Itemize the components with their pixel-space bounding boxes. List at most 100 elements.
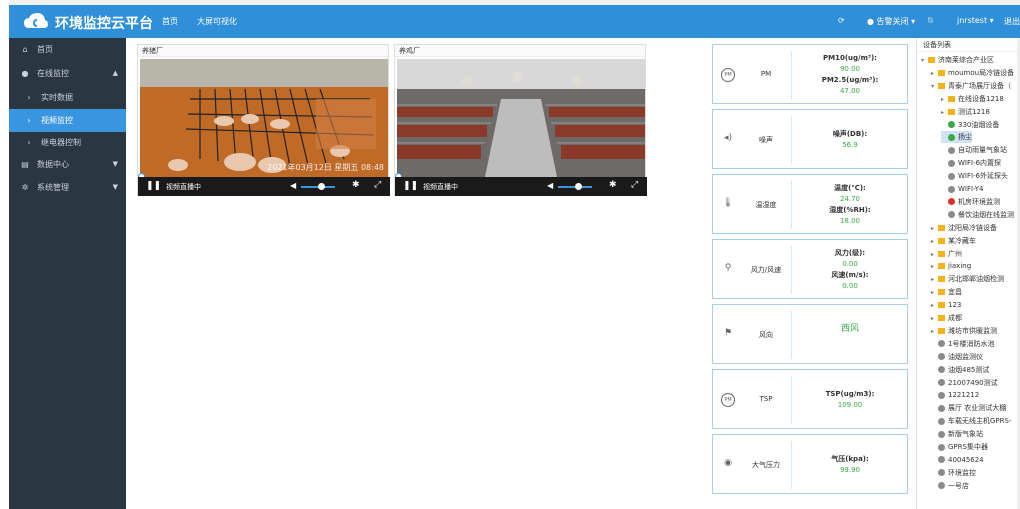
tree-node[interactable]: WIFI-Y4 [941,183,984,195]
tree-node[interactable]: ▸ 沈阳局冷链设备 [931,222,997,234]
cloud-logo-icon [24,13,48,28]
tree-node-label: 机房环境监测 [958,197,1000,206]
expand-arrow-icon[interactable]: ▼ [113,153,118,176]
tree-node[interactable]: 40045624 [931,454,984,466]
tree-node[interactable]: 自动雨量气象站 [941,144,1007,156]
pause-icon[interactable]: ❚❚ [146,181,161,191]
tree-toggle-icon[interactable]: ▸ [931,326,937,338]
tree-node[interactable]: 21007490测试 [931,377,998,389]
tree-node[interactable]: 环境监控 [931,467,976,479]
tree-node-label: 一号店 [948,481,969,490]
tree-toggle-icon[interactable]: ▸ [931,261,937,273]
sensor-metric-label: 湿度(%RH): [829,206,871,214]
sidebar-item[interactable]: › 实时数据 [9,86,126,109]
sidebar-item[interactable]: ✲ 系统管理 ▼ [9,176,126,199]
tree-node[interactable]: 餐饮油烟在线监测 [941,209,1014,221]
alarm-toggle[interactable]: ● 告警关闭 ▾ [867,16,915,27]
pause-icon[interactable]: ❚❚ [403,181,418,191]
app-page: 环境监控云平台 首页 大屏可视化 ⟳ ● 告警关闭 ▾ ⍉ jnrstest ▾… [9,0,1020,509]
tree-node[interactable]: 一号店 [931,480,969,492]
sidebar-item[interactable]: ⌂ 首页 [9,38,126,61]
tree-node[interactable]: ▾ 青泰广场展厅设备（ [931,80,1011,92]
nav-home[interactable]: 首页 [162,16,178,27]
sidebar-item[interactable]: ▤ 数据中心 ▼ [9,153,126,176]
tree-toggle-icon[interactable]: ▸ [931,249,937,261]
tree-node[interactable]: ▸ 成都 [931,312,962,324]
expand-arrow-icon[interactable]: ▲ [113,62,118,85]
tree-toggle-icon[interactable]: ▾ [921,55,927,67]
logout-link[interactable]: 退出 [1004,16,1020,27]
fullscreen-icon[interactable]: ⤢ [631,180,638,190]
tree-toggle-icon[interactable]: ▸ [931,274,937,286]
tree-node[interactable]: GPRS集中器 [931,441,988,453]
volume-knob[interactable] [318,183,325,190]
gauge-icon: ◉ [724,458,732,468]
tree-node[interactable]: 机房环境监测 [941,196,1000,208]
tree-node[interactable]: 扬尘 [941,131,972,144]
sensor-metric-value: 0.00 [842,282,858,290]
volume-icon[interactable]: ◀ [290,181,296,190]
divider [791,51,792,99]
sensor-name: 噪声 [759,136,773,144]
tree-node[interactable]: 油烟监测仪 [931,351,983,363]
tree-node[interactable]: ▸ 潍坊市供暖监测 [931,325,997,337]
sensor-metric-label: 风力(级): [834,249,866,257]
folder-icon [938,69,945,76]
tree-node[interactable]: ▸ 123 [931,299,961,311]
tree-node[interactable]: 新版气象站 [931,428,983,440]
tree-node[interactable]: ▸ 某冷藏车 [931,235,976,247]
tree-toggle-icon[interactable]: ▸ [931,300,937,312]
tree-node[interactable]: ▾ 济南莱综合产业区 [921,54,994,66]
tree-node[interactable]: ▸ 在线设备1218 [941,93,1004,105]
tree-node-label: 展厅 农业测试大棚 [948,404,1007,413]
sidebar-item[interactable]: › 视频监控 [9,109,126,132]
tree-node[interactable]: ▸ 测试1218 [941,106,990,118]
video-controls: ❚❚ 视频直播中 ◀ ✱ ⤢ [138,177,390,196]
tree-toggle-icon[interactable]: ▸ [931,287,937,299]
tree-node[interactable]: ▸ 河北邯郸油烟检测 [931,273,1004,285]
sidebar-item[interactable]: ● 在线监控 ▲ [9,62,126,85]
tree-node[interactable]: 油烟485测试 [931,364,989,376]
tree-node[interactable]: 展厅 农业测试大棚 [931,402,1006,414]
fullscreen-icon[interactable]: ⤢ [374,180,381,190]
tree-node[interactable]: WIFI-6内置探 [941,157,1001,169]
tree-node-label: 1221212 [948,391,980,400]
divider [791,181,792,229]
nav-bigscreen[interactable]: 大屏可视化 [197,16,237,27]
settings-icon[interactable]: ✱ [352,180,360,190]
refresh-icon[interactable]: ⟳ [838,16,845,25]
divider [791,246,792,294]
sidebar-item[interactable]: › 继电器控制 [9,131,126,154]
tree-node[interactable]: ▸ jiaxing [931,260,971,272]
tree-node[interactable]: 1221212 [931,389,979,401]
bell-off-icon[interactable]: ⍉ [928,16,933,26]
tree-node[interactable]: ▸ 广州 [931,248,962,260]
tree-node[interactable]: ▸ 宜昌 [931,286,962,298]
tree-toggle-icon[interactable]: ▾ [931,81,937,93]
tree-toggle-icon[interactable]: ▸ [941,94,947,106]
volume-icon[interactable]: ◀ [547,181,553,190]
tree-toggle-icon[interactable]: ▸ [931,313,937,325]
tree-node-label: 21007490测试 [948,378,998,387]
tree-node-label: 油烟485测试 [948,365,990,374]
settings-icon[interactable]: ✱ [609,180,617,190]
tree-node[interactable]: 330油烟设备 [941,119,999,131]
sidebar-item-label: 实时数据 [41,93,73,102]
tree-node-label: 潍坊市供暖监测 [948,326,997,335]
video-frame-pig[interactable]: 2021年03月12日 星期五 08:48 [140,59,388,177]
tree-node[interactable]: 车载无线主机GPRS- [931,415,1011,427]
user-menu[interactable]: jnrstest ▾ [957,16,994,25]
globe-icon: ● [21,69,29,78]
expand-arrow-icon[interactable]: ▼ [113,176,118,199]
tree-node[interactable]: 1号楼消防水池 [931,338,994,350]
tree-node[interactable]: WIFI-6外延探头 [941,170,1008,182]
tree-toggle-icon[interactable]: ▸ [931,236,937,248]
tree-toggle-icon[interactable]: ▸ [941,107,947,119]
tree-node-label: 宜昌 [948,288,962,297]
folder-icon [938,315,945,321]
tree-toggle-icon[interactable]: ▸ [931,223,937,235]
tree-toggle-icon[interactable]: ▸ [931,68,937,80]
tree-node[interactable]: ▸ moumou局冷链设备 [931,67,1014,79]
video-frame-chicken[interactable] [397,59,645,177]
volume-knob[interactable] [575,183,582,190]
